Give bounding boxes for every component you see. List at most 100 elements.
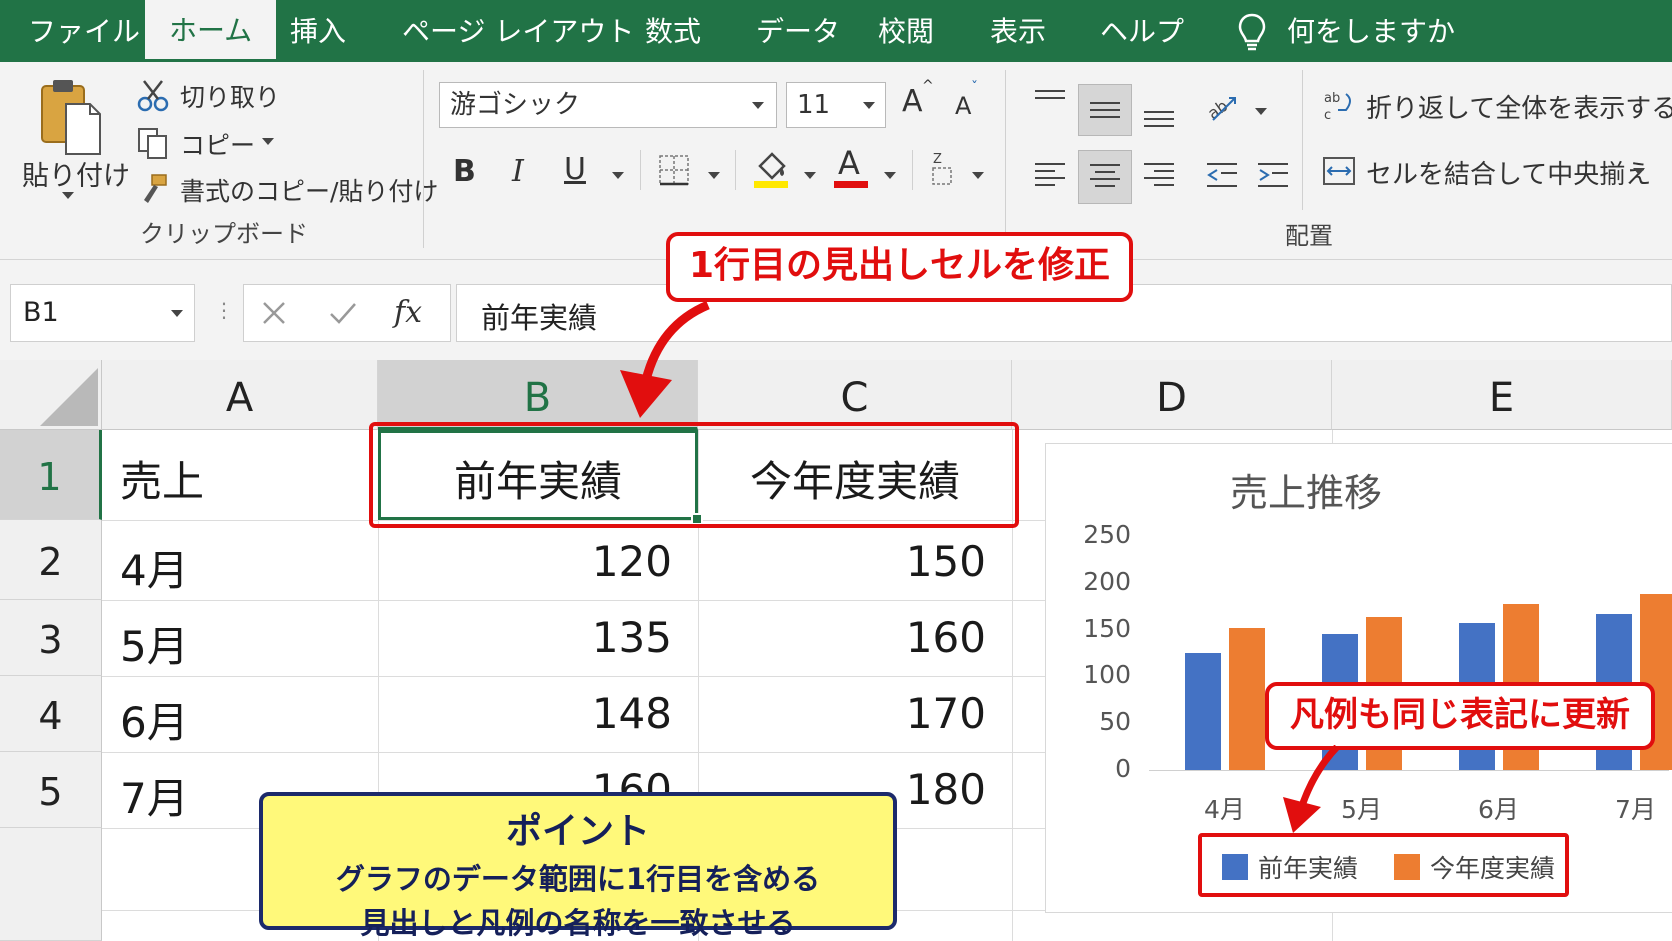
cell-a2[interactable]: 4月: [120, 537, 189, 598]
column-header-d[interactable]: D: [1012, 360, 1332, 430]
bar-1-1[interactable]: [1184, 653, 1221, 770]
formula-buttons: fx: [243, 284, 451, 342]
underline-dropdown-icon[interactable]: [612, 172, 624, 179]
svg-text:ab: ab: [1205, 96, 1231, 123]
merge-dropdown-icon[interactable]: [1633, 168, 1645, 175]
row-header-3[interactable]: 3: [0, 600, 102, 676]
menu-bar: ファイル ホーム 挿入 ページ レイアウト 数式 データ 校閲 表示 ヘルプ 何…: [0, 0, 1672, 62]
increase-indent-icon[interactable]: [1256, 160, 1290, 192]
tab-help[interactable]: ヘルプ: [1100, 0, 1184, 62]
phonetic-guide-icon[interactable]: Z: [930, 150, 956, 186]
phonetic-dropdown-icon[interactable]: [972, 172, 984, 179]
paste-button[interactable]: 貼り付け: [22, 154, 130, 193]
tab-page-layout[interactable]: ページ レイアウト: [402, 0, 634, 62]
orientation-dropdown-icon[interactable]: [1255, 108, 1267, 115]
decrease-indent-icon[interactable]: [1205, 160, 1239, 192]
font-size-select[interactable]: 11: [786, 82, 886, 128]
tab-view[interactable]: 表示: [990, 0, 1046, 62]
cell-c4[interactable]: 170: [698, 689, 986, 738]
cell-b2[interactable]: 120: [378, 537, 672, 586]
chevron-down-icon: [752, 102, 764, 109]
insert-function-button[interactable]: fx: [394, 295, 422, 330]
cell-b4[interactable]: 148: [378, 689, 672, 738]
align-center-button[interactable]: [1078, 150, 1132, 204]
cell-c2[interactable]: 150: [698, 537, 986, 586]
borders-icon[interactable]: [658, 154, 690, 186]
scissors-icon: [137, 80, 169, 112]
row-header-5[interactable]: 5: [0, 752, 102, 828]
ribbon-separator: [1005, 70, 1006, 248]
y-tick-label: 200: [1083, 566, 1131, 596]
shrink-font-button[interactable]: A: [955, 92, 971, 120]
fill-color-icon[interactable]: [752, 148, 790, 188]
point-line-2: 見出しと凡例の名称を一致させる: [360, 906, 796, 940]
x-axis-line: [1149, 770, 1669, 771]
paste-icon[interactable]: [38, 76, 104, 156]
row-header-6[interactable]: [0, 828, 102, 941]
name-box-value: B1: [23, 297, 59, 328]
row-header-4[interactable]: 4: [0, 676, 102, 752]
cell-a4[interactable]: 6月: [120, 689, 189, 750]
font-size-value: 11: [797, 90, 831, 120]
bold-button[interactable]: B: [453, 154, 476, 189]
tab-review[interactable]: 校閲: [878, 0, 934, 62]
enter-check-icon[interactable]: [328, 299, 358, 327]
column-header-c[interactable]: C: [698, 360, 1012, 430]
cancel-icon[interactable]: [260, 299, 288, 327]
align-right-icon[interactable]: [1142, 160, 1176, 192]
paste-dropdown-icon[interactable]: [62, 192, 74, 199]
ribbon-separator: [735, 150, 736, 190]
font-color-dropdown-icon[interactable]: [884, 172, 896, 179]
align-top-icon[interactable]: [1033, 88, 1067, 112]
borders-dropdown-icon[interactable]: [708, 172, 720, 179]
orientation-icon[interactable]: ab: [1205, 90, 1241, 124]
cut-button[interactable]: 切り取り: [180, 78, 280, 114]
cell-b3[interactable]: 135: [378, 613, 672, 662]
format-painter-button[interactable]: 書式のコピー/貼り付け: [180, 172, 438, 208]
point-box: ポイント グラフのデータ範囲に1行目を含める 見出しと凡例の名称を一致させる: [259, 792, 897, 940]
tab-file[interactable]: ファイル: [28, 0, 140, 62]
x-tick-label: 4月: [1204, 795, 1245, 824]
align-center-icon: [1090, 164, 1120, 187]
alignment-group-label: 配置: [1285, 222, 1333, 250]
grow-arrow-icon: ^: [922, 78, 934, 94]
tell-me-search[interactable]: 何をしますか: [1287, 0, 1455, 62]
grow-font-button[interactable]: A: [902, 84, 923, 119]
font-name-select[interactable]: 游ゴシック: [439, 82, 777, 128]
merge-center-button[interactable]: セルを結合して中央揃え: [1366, 154, 1651, 191]
copy-dropdown-icon[interactable]: [262, 138, 274, 145]
chevron-down-icon: [171, 310, 183, 317]
name-box[interactable]: B1: [10, 284, 195, 342]
align-middle-icon: [1090, 102, 1120, 118]
merge-center-icon: [1323, 157, 1355, 185]
copy-button[interactable]: コピー: [180, 126, 255, 162]
fill-color-dropdown-icon[interactable]: [804, 172, 816, 179]
tab-home[interactable]: ホーム: [145, 0, 277, 62]
align-left-icon[interactable]: [1033, 160, 1067, 192]
row-header-2[interactable]: 2: [0, 520, 102, 600]
bar-2-1[interactable]: [1228, 627, 1265, 770]
font-color-button[interactable]: A: [838, 144, 860, 182]
wrap-text-button[interactable]: 折り返して全体を表示する: [1366, 88, 1672, 125]
cell-a1[interactable]: 売上: [120, 448, 204, 509]
align-bottom-icon[interactable]: [1142, 98, 1176, 128]
italic-button[interactable]: I: [512, 154, 524, 189]
grip-icon: ⋮: [214, 298, 234, 322]
cell-a3[interactable]: 5月: [120, 613, 189, 674]
wrap-text-icon: ab c: [1324, 91, 1351, 122]
row-header-1[interactable]: 1: [0, 430, 102, 520]
tab-formulas[interactable]: 数式: [645, 0, 701, 62]
lightbulb-icon: [1238, 13, 1266, 51]
column-header-a[interactable]: A: [102, 360, 378, 430]
cell-c3[interactable]: 160: [698, 613, 986, 662]
align-middle-button[interactable]: [1078, 84, 1132, 136]
select-all-corner[interactable]: [0, 360, 102, 430]
select-all-triangle-icon: [40, 368, 98, 426]
ribbon-separator: [640, 150, 641, 190]
cell-a5[interactable]: 7月: [120, 765, 189, 826]
clipboard-group-label: クリップボード: [140, 220, 308, 248]
column-header-e[interactable]: E: [1332, 360, 1672, 430]
tab-insert[interactable]: 挿入: [290, 0, 346, 62]
underline-button[interactable]: U: [564, 152, 586, 187]
tab-data[interactable]: データ: [756, 0, 840, 62]
